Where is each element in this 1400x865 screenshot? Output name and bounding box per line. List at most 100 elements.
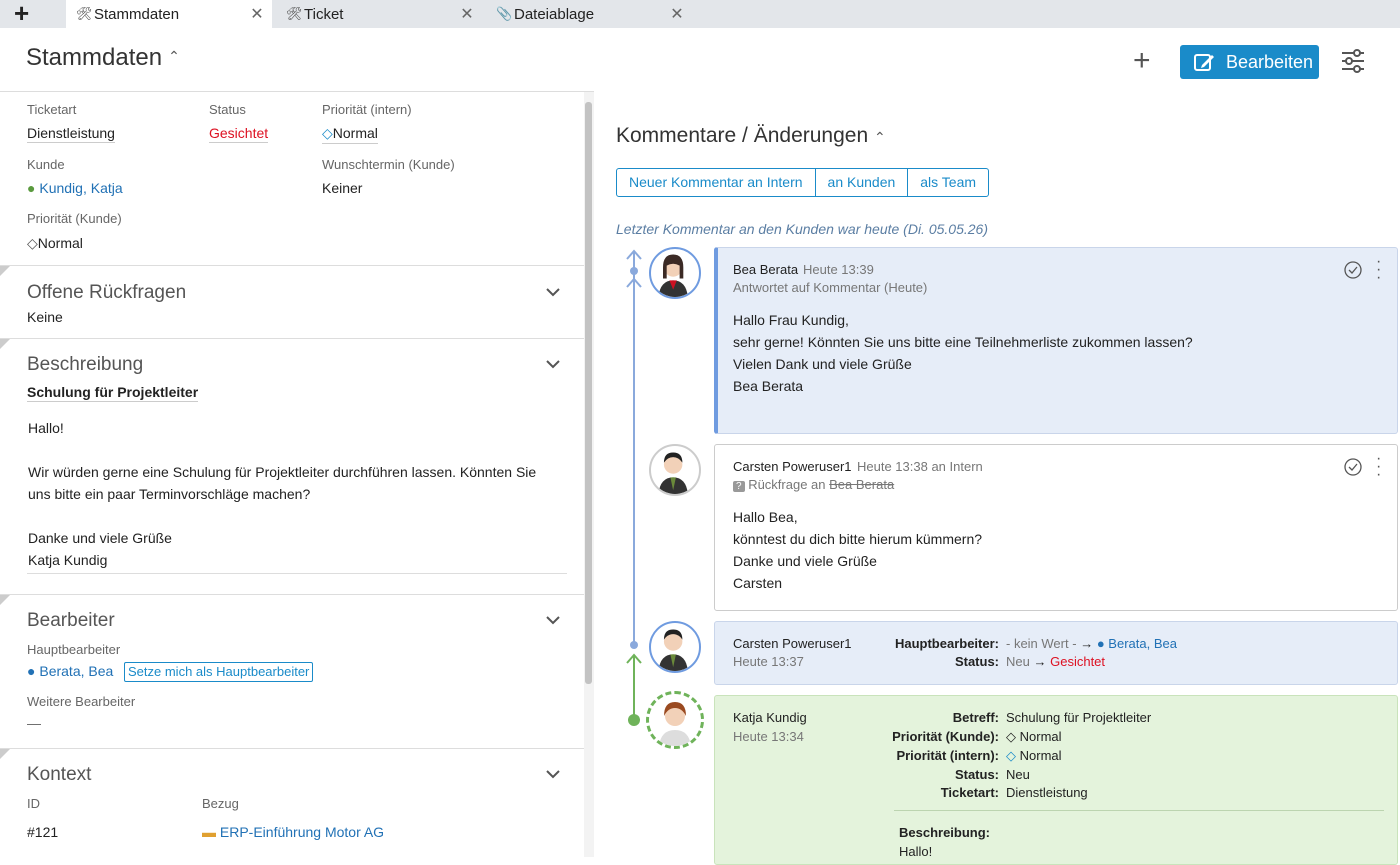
new-value[interactable]: Berata, Bea <box>1108 636 1177 651</box>
section-beschreibung-title[interactable]: Beschreibung <box>27 354 143 376</box>
new-comment-intern-button[interactable]: Neuer Kommentar an Intern <box>617 169 816 196</box>
comment-card-bea: Bea Berata Heute 13:39 Antwortet auf Kom… <box>714 247 1398 434</box>
close-icon[interactable]: ✕ <box>242 4 272 24</box>
sort-chevron-icon[interactable]: ⌃ <box>168 48 180 65</box>
change-value: - kein Wert - → ● Berata, Bea <box>1006 636 1177 651</box>
change-key: Priorität (Kunde): <box>892 729 999 744</box>
master-data-panel: Ticketart Dienstleistung Status Gesichte… <box>0 92 584 857</box>
new-value: Gesichtet <box>1050 654 1106 669</box>
set-me-main-editor-button[interactable]: Setze mich als Hauptbearbeiter <box>124 662 314 682</box>
comment-time: Heute 13:39 <box>803 262 874 277</box>
check-circle-icon[interactable] <box>1344 458 1362 476</box>
edit-button[interactable]: Bearbeiten <box>1180 45 1319 79</box>
question-icon: ? <box>733 481 745 492</box>
kunde-link[interactable]: ● Kundig, Katja <box>27 180 123 196</box>
sort-chevron-icon[interactable]: ⌃ <box>874 129 886 145</box>
diamond-icon: ◇ <box>27 235 38 251</box>
section-corner <box>0 339 10 349</box>
change-author[interactable]: Carsten Poweruser1 <box>733 636 852 651</box>
comment-meta: ? Rückfrage an Bea Berata <box>733 477 894 492</box>
change-card-carsten: Carsten Poweruser1 Heute 13:37 Hauptbear… <box>714 621 1398 685</box>
comment-meta: Antwortet auf Kommentar (Heute) <box>733 280 928 295</box>
tab-dateiablage[interactable]: 📎 Dateiablage ✕ <box>486 0 692 28</box>
comment-line: Hallo Bea, <box>733 509 798 525</box>
wunschtermin-label: Wunschtermin (Kunde) <box>322 157 455 172</box>
scrollbar-thumb[interactable] <box>585 102 592 684</box>
description-body: Hallo! Wir würden gerne eine Schulung fü… <box>28 417 536 571</box>
description-subject: Schulung für Projektleiter <box>27 384 199 402</box>
avatar-carsten[interactable] <box>649 444 701 496</box>
section-rueckfragen-title[interactable]: Offene Rückfragen <box>27 282 186 304</box>
prio-kunde-value: ◇Normal <box>27 235 83 252</box>
comment-card-carsten: Carsten Poweruser1 Heute 13:38 an Intern… <box>714 444 1398 611</box>
hauptbearbeiter-link[interactable]: ● Berata, Bea <box>27 663 113 679</box>
sliders-icon[interactable] <box>1341 48 1365 74</box>
ticketart-value[interactable]: Dienstleistung <box>27 125 115 143</box>
avatar-katja[interactable] <box>646 691 704 749</box>
edit-icon <box>1194 54 1214 71</box>
comments-title[interactable]: Kommentare / Änderungen ⌃ <box>616 124 886 148</box>
divider <box>27 573 567 574</box>
change-value: Schulung für Projektleiter <box>1006 710 1152 725</box>
comment-author[interactable]: Bea Berata <box>733 262 798 277</box>
section-corner <box>0 266 10 276</box>
comment-customer-button[interactable]: an Kunden <box>816 169 909 196</box>
change-key: Status: <box>954 654 999 669</box>
page-title-text: Stammdaten <box>26 44 163 71</box>
divider <box>0 594 584 595</box>
avatar-carsten[interactable] <box>649 621 701 673</box>
close-icon[interactable]: ✕ <box>662 4 692 24</box>
page-title[interactable]: Stammdaten ⌃ <box>26 44 180 72</box>
section-corner <box>0 595 10 605</box>
chevron-down-icon[interactable] <box>546 769 560 779</box>
add-icon[interactable]: + <box>1133 46 1151 76</box>
prio-intern-value[interactable]: ◇Normal <box>322 125 378 144</box>
tab-ticket[interactable]: 🛠 Ticket ✕ <box>276 0 482 28</box>
bezug-link[interactable]: ▬ ERP-Einführung Motor AG <box>202 824 384 840</box>
status-value[interactable]: Gesichtet <box>209 125 269 143</box>
change-author[interactable]: Katja Kundig <box>733 710 807 725</box>
kunde-text: Kundig, Katja <box>39 180 123 196</box>
section-corner <box>0 749 10 759</box>
hauptbearbeiter-text: Berata, Bea <box>39 663 114 679</box>
meta-prefix: Rückfrage an <box>748 477 826 492</box>
description-line: Katja Kundig <box>28 552 108 568</box>
close-icon[interactable]: ✕ <box>452 4 482 24</box>
wunschtermin-value: Keiner <box>322 180 363 196</box>
hauptbearbeiter-label: Hauptbearbeiter <box>27 642 121 657</box>
chevron-down-icon[interactable] <box>546 287 560 297</box>
change-key: Hauptbearbeiter: <box>894 636 999 651</box>
check-circle-icon[interactable] <box>1344 261 1362 279</box>
prio-kunde-label: Priorität (Kunde) <box>27 211 122 226</box>
bezug-text: ERP-Einführung Motor AG <box>219 824 385 840</box>
comment-line: Bea Berata <box>733 378 804 394</box>
comment-author[interactable]: Carsten Poweruser1 <box>733 459 852 474</box>
more-icon[interactable]: · · · <box>1376 451 1381 483</box>
tools-icon: 🛠 <box>286 6 303 21</box>
id-label: ID <box>27 796 40 811</box>
description-line: Hallo! <box>28 420 64 436</box>
change-key: Priorität (intern): <box>896 748 999 763</box>
avatar-bea[interactable] <box>649 247 701 299</box>
bezug-label: Bezug <box>202 796 239 811</box>
folder-icon: ▬ <box>202 824 216 840</box>
comment-team-button[interactable]: als Team <box>908 169 988 196</box>
new-tab-button[interactable]: + <box>14 0 54 28</box>
change-key: Ticketart: <box>940 785 999 800</box>
divider <box>0 265 584 266</box>
chevron-down-icon[interactable] <box>546 359 560 369</box>
section-bearbeiter-title[interactable]: Bearbeiter <box>27 610 115 632</box>
more-icon[interactable]: · · · <box>1376 254 1381 286</box>
prio-intern-text: Normal <box>332 125 378 141</box>
change-value-text: Normal <box>1019 729 1062 744</box>
weitere-bearbeiter-value: — <box>27 715 41 731</box>
section-kontext-title[interactable]: Kontext <box>27 764 91 786</box>
tab-stammdaten[interactable]: 🛠 Stammdaten ✕ <box>66 0 272 28</box>
diamond-icon: ◇ <box>1006 748 1016 763</box>
change-value: Neu <box>1006 767 1030 782</box>
ticketart-label: Ticketart <box>27 102 77 117</box>
chevron-down-icon[interactable] <box>546 615 560 625</box>
change-card-katja: Katja Kundig Heute 13:34 Betreff: Schulu… <box>714 695 1398 865</box>
tab-label: Ticket <box>304 5 344 23</box>
old-value: - kein Wert - <box>1006 636 1077 651</box>
